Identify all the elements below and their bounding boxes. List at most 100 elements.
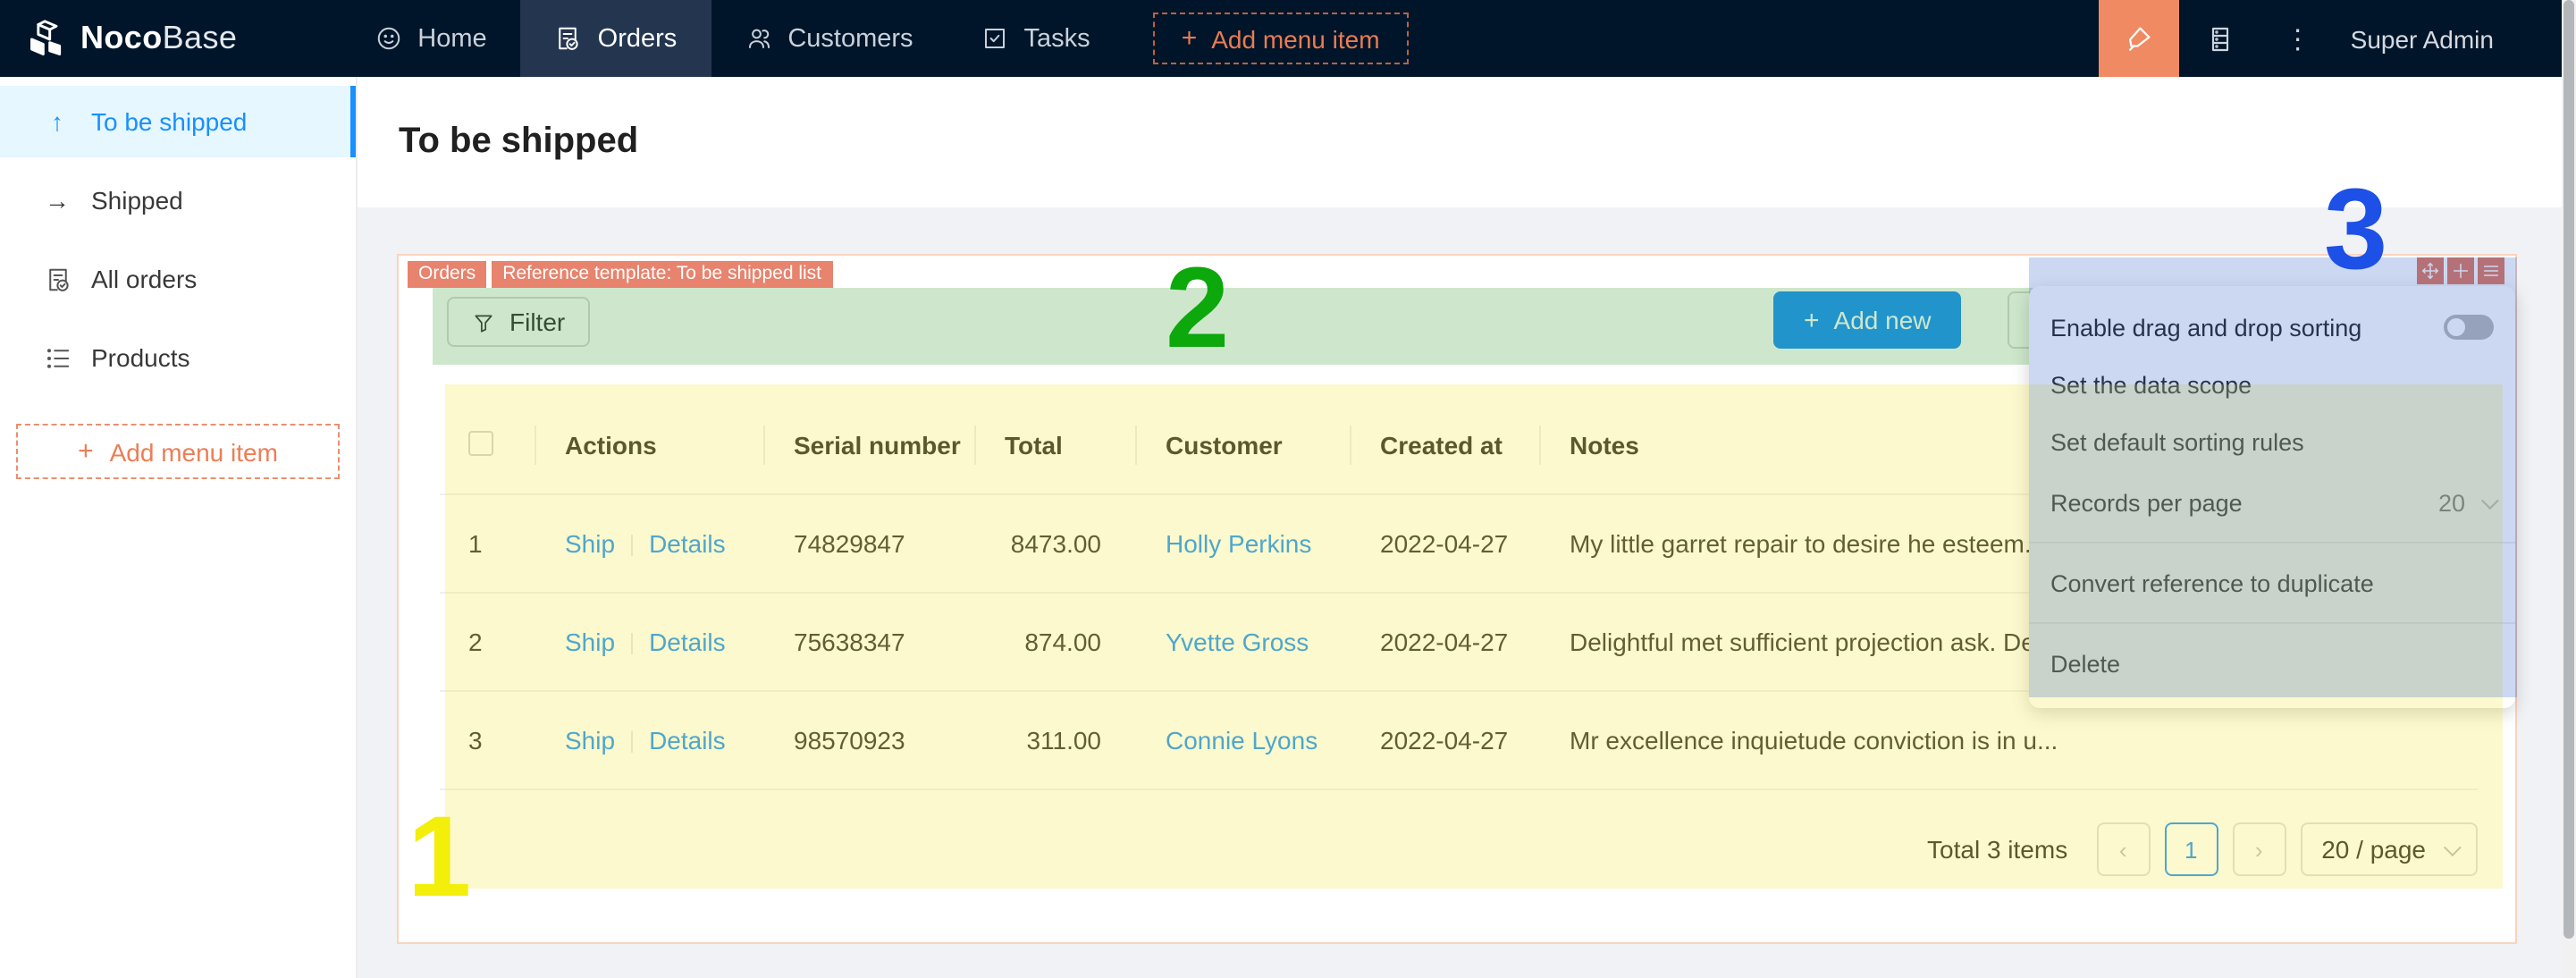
- pagination: Total 3 items ‹ 1 › 20 / page: [440, 821, 2478, 878]
- plus-icon: [2451, 261, 2471, 281]
- arrow-up-icon: ↑: [43, 107, 72, 136]
- current-user-menu[interactable]: Super Admin: [2336, 24, 2494, 53]
- nav-item-home[interactable]: Home: [341, 0, 520, 77]
- page-size-select[interactable]: 20 / page: [2300, 822, 2478, 876]
- pagination-next-button[interactable]: ›: [2232, 822, 2286, 876]
- drag-handle-button[interactable]: [2417, 257, 2444, 284]
- customer-link[interactable]: Holly Perkins: [1166, 529, 1311, 558]
- block-settings-button[interactable]: [2478, 257, 2504, 284]
- customer-link[interactable]: Connie Lyons: [1166, 726, 1317, 755]
- reference-template-tag: Reference template: To be shipped list: [492, 261, 832, 288]
- drag-arrows-icon: [2420, 261, 2440, 281]
- top-navbar: NocoBase Home Orders: [0, 0, 2576, 77]
- records-per-page-select[interactable]: 20: [2438, 489, 2494, 516]
- menu-divider: [2029, 622, 2515, 624]
- nav-item-customers[interactable]: Customers: [711, 0, 947, 77]
- row-index: 3: [440, 726, 536, 755]
- sidebar-item-to-be-shipped[interactable]: ↑ To be shipped: [0, 86, 356, 157]
- action-separator: [631, 634, 633, 655]
- more-options-kebab-icon[interactable]: ⋮: [2261, 22, 2336, 55]
- menu-item-sorting-rules[interactable]: Set default sorting rules: [2029, 413, 2515, 470]
- table-bottom-border: [440, 788, 2478, 790]
- menu-item-data-scope[interactable]: Set the data scope: [2029, 356, 2515, 413]
- ship-link[interactable]: Ship: [565, 529, 615, 558]
- column-header-serial: Serial number: [765, 431, 976, 459]
- action-separator: [631, 535, 633, 557]
- pagination-page-1[interactable]: 1: [2164, 822, 2218, 876]
- ui-editor-button[interactable]: [2099, 0, 2179, 77]
- add-block-button[interactable]: [2447, 257, 2474, 284]
- nocobase-logo[interactable]: NocoBase: [0, 19, 237, 58]
- check-square-icon: [981, 25, 1008, 52]
- sidebar-item-all-orders[interactable]: All orders: [0, 243, 356, 315]
- arrow-right-icon: →: [43, 186, 72, 215]
- navbar-add-menu-item-button[interactable]: + Add menu item: [1153, 13, 1409, 64]
- pagination-total: Total 3 items: [1927, 835, 2067, 864]
- page-title: To be shipped: [358, 122, 638, 163]
- row-actions: Ship Details: [536, 628, 765, 656]
- select-all-checkbox[interactable]: [468, 430, 493, 455]
- add-new-button[interactable]: + Add new: [1773, 291, 1962, 349]
- created-at-cell: 2022-04-27: [1351, 726, 1541, 755]
- total-cell: 8473.00: [976, 529, 1137, 558]
- row-index: 1: [440, 529, 536, 558]
- collection-tag: Orders: [408, 261, 486, 288]
- action-separator: [631, 732, 633, 754]
- details-link[interactable]: Details: [649, 628, 726, 656]
- total-cell: 311.00: [976, 726, 1137, 755]
- pagination-prev-button[interactable]: ‹: [2096, 822, 2150, 876]
- highlighter-pen-icon: [2124, 23, 2154, 54]
- details-link[interactable]: Details: [649, 726, 726, 755]
- column-header-total: Total: [976, 431, 1137, 459]
- customer-cell: Connie Lyons: [1137, 726, 1351, 755]
- chevron-left-icon: ‹: [2119, 836, 2127, 863]
- serial-cell: 98570923: [765, 726, 976, 755]
- filter-button[interactable]: Filter: [447, 297, 590, 347]
- sidebar: ↑ To be shipped → Shipped All orders: [0, 77, 358, 978]
- details-link[interactable]: Details: [649, 529, 726, 558]
- block-settings-menu: Enable drag and drop sorting Set the dat…: [2029, 286, 2515, 708]
- menu-item-records-per-page[interactable]: Records per page 20: [2029, 470, 2515, 535]
- customer-cell: Yvette Gross: [1137, 628, 1351, 656]
- row-actions: Ship Details: [536, 726, 765, 755]
- ship-link[interactable]: Ship: [565, 628, 615, 656]
- collections-button[interactable]: [2179, 0, 2261, 77]
- total-cell: 874.00: [976, 628, 1137, 656]
- file-done-icon: [43, 266, 72, 292]
- menu-item-convert-reference[interactable]: Convert reference to duplicate: [2029, 551, 2515, 615]
- column-header-customer: Customer: [1137, 431, 1351, 459]
- created-at-cell: 2022-04-27: [1351, 628, 1541, 656]
- chevron-right-icon: ›: [2255, 836, 2263, 863]
- chevron-down-icon: [2481, 491, 2499, 509]
- menu-divider: [2029, 542, 2515, 544]
- page-header: To be shipped: [358, 77, 2576, 207]
- column-header-created-at: Created at: [1351, 431, 1541, 459]
- sidebar-add-menu-item-button[interactable]: + Add menu item: [16, 424, 340, 479]
- scrollbar[interactable]: [2562, 0, 2576, 978]
- filter-funnel-icon: [472, 310, 495, 333]
- block-tags: Orders Reference template: To be shipped…: [408, 261, 832, 288]
- team-icon: [745, 25, 771, 52]
- nav-item-tasks[interactable]: Tasks: [947, 0, 1124, 77]
- topbar-right: ⋮ Super Admin: [2099, 0, 2494, 77]
- customer-link[interactable]: Yvette Gross: [1166, 628, 1309, 656]
- app-viewport: NocoBase Home Orders: [0, 0, 2576, 978]
- hamburger-menu-icon: [2481, 261, 2501, 281]
- nav-item-orders[interactable]: Orders: [521, 0, 711, 77]
- plus-icon: +: [1804, 305, 1820, 335]
- serial-cell: 74829847: [765, 529, 976, 558]
- nocobase-cube-icon: [27, 19, 66, 58]
- scrollbar-thumb[interactable]: [2563, 0, 2574, 939]
- chevron-down-icon: [2444, 838, 2462, 856]
- customer-cell: Holly Perkins: [1137, 529, 1351, 558]
- menu-item-delete[interactable]: Delete: [2029, 631, 2515, 696]
- sidebar-menu: ↑ To be shipped → Shipped All orders: [0, 86, 356, 393]
- ship-link[interactable]: Ship: [565, 726, 615, 755]
- sidebar-item-shipped[interactable]: → Shipped: [0, 164, 356, 236]
- sidebar-item-products[interactable]: Products: [0, 322, 356, 393]
- plus-icon: +: [78, 436, 94, 467]
- created-at-cell: 2022-04-27: [1351, 529, 1541, 558]
- drag-sort-toggle[interactable]: [2444, 315, 2494, 340]
- unordered-list-icon: [43, 344, 72, 371]
- menu-item-drag-sort[interactable]: Enable drag and drop sorting: [2029, 299, 2515, 356]
